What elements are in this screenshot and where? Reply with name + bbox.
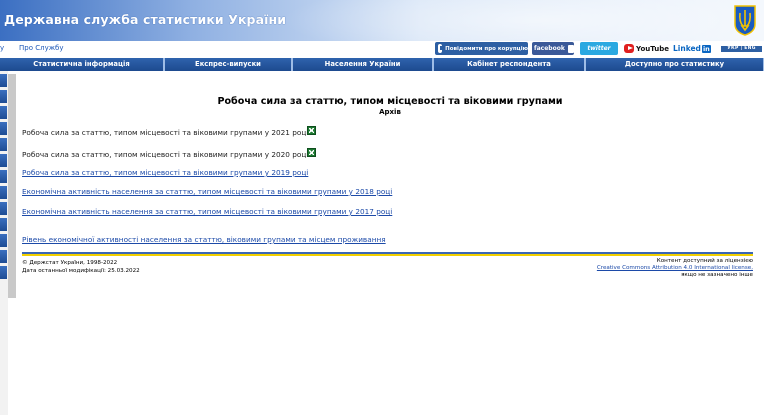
sidebar-button[interactable]: [0, 170, 7, 183]
footer-divider: [22, 252, 753, 256]
archive-link-2018[interactable]: Економічна активність населення за статт…: [22, 187, 392, 196]
sidebar-button[interactable]: [0, 218, 7, 231]
license-note: якщо не зазначено інше: [681, 272, 753, 278]
youtube-label: YouTube: [636, 44, 669, 53]
sidebar-button[interactable]: [0, 138, 7, 151]
main-navigation: Статистична інформація Експрес-випуски Н…: [0, 58, 764, 71]
report-corruption-label: Повідомити про корупцію: [445, 45, 528, 52]
facebook-button[interactable]: facebook: [532, 42, 574, 55]
report-corruption-button[interactable]: Повідомити про корупцію: [435, 42, 528, 55]
youtube-button[interactable]: YouTube: [624, 42, 669, 55]
license-text: Контент доступний за ліцензією: [656, 258, 753, 264]
language-switcher[interactable]: УКР | ENG: [721, 46, 762, 52]
sidebar-button[interactable]: [0, 234, 7, 247]
youtube-play-icon: [624, 44, 635, 53]
archive-link-2017[interactable]: Економічна активність населення за статт…: [22, 207, 392, 216]
left-sidebar: [0, 71, 8, 415]
thumbs-up-icon: [567, 44, 574, 53]
list-item: Робоча сила за статтю, типом місцевості …: [22, 150, 309, 159]
twitter-button[interactable]: twitter: [580, 42, 618, 55]
twitter-label: twitter: [587, 45, 611, 52]
page-title: Робоча сила за статтю, типом місцевості …: [217, 96, 563, 107]
facebook-label: facebook: [534, 45, 565, 52]
linkedin-button[interactable]: Linked in: [673, 42, 711, 55]
sidebar-button[interactable]: [0, 154, 7, 167]
trident-emblem-icon[interactable]: [733, 4, 757, 36]
sidebar-button[interactable]: [0, 266, 7, 279]
nav-item-express-releases[interactable]: Експрес-випуски: [165, 58, 292, 71]
nav-item-about-statistics[interactable]: Доступно про статистику: [586, 58, 764, 71]
scrollbar[interactable]: [8, 74, 16, 298]
nav-item-respondent-cabinet[interactable]: Кабінет респондента: [434, 58, 585, 71]
last-modified-text: Дата останньої модифікації: 25.03.2022: [22, 268, 140, 274]
copyright-text: © Держстат України, 1998-2022: [22, 260, 118, 266]
sidebar-button[interactable]: [0, 186, 7, 199]
list-item: Робоча сила за статтю, типом місцевості …: [22, 128, 309, 137]
megaphone-icon: [438, 44, 446, 53]
site-title[interactable]: Державна служба статистики України: [4, 12, 286, 27]
excel-file-icon[interactable]: [307, 126, 316, 135]
sidebar-button[interactable]: [0, 90, 7, 103]
site-header: Державна служба статистики України: [0, 0, 764, 41]
about-service-link[interactable]: Про Службу: [19, 44, 64, 52]
archive-link-2019[interactable]: Робоча сила за статтю, типом місцевості …: [22, 168, 308, 177]
excel-file-icon[interactable]: [307, 148, 316, 157]
page-subtitle: Архів: [379, 108, 401, 116]
subnav-link-partial[interactable]: у: [0, 44, 4, 52]
license-link[interactable]: Creative Commons Attribution 4.0 Interna…: [597, 265, 753, 271]
secondary-bar: у Про Службу Повідомити про корупцію fac…: [0, 41, 764, 58]
nav-item-statistical-info[interactable]: Статистична інформація: [0, 58, 164, 71]
sidebar-button[interactable]: [0, 74, 7, 87]
sidebar-button[interactable]: [0, 202, 7, 215]
sidebar-button[interactable]: [0, 106, 7, 119]
activity-level-link[interactable]: Рівень економічної активності населення …: [22, 235, 386, 244]
sidebar-button[interactable]: [0, 250, 7, 263]
linkedin-label: Linked: [673, 44, 701, 53]
sidebar-button[interactable]: [0, 122, 7, 135]
nav-item-population[interactable]: Населення України: [293, 58, 433, 71]
header-decoration: [280, 0, 764, 41]
linkedin-in-badge: in: [701, 44, 711, 53]
